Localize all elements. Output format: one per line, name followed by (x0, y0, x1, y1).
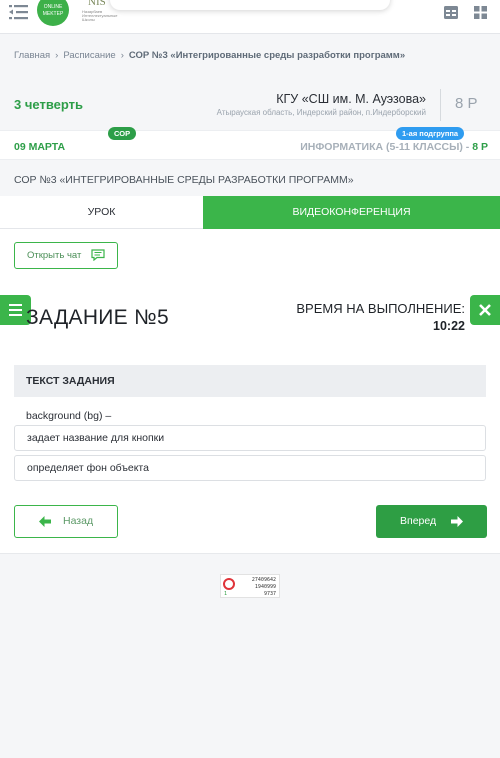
top-popup (110, 0, 390, 10)
counter-line-2: 1940999 (254, 584, 276, 590)
close-panel-button[interactable] (470, 295, 500, 325)
chevron-right-icon: › (120, 50, 124, 61)
top-bar: ONLINE MEKTEP NIS Назарбаев Интеллектуал… (0, 0, 500, 34)
nis-logo: NIS Назарбаев Интеллектуальные Школы (78, 0, 117, 32)
timer-value: 10:22 (433, 319, 465, 333)
quarter-label: 3 четверть (14, 97, 83, 112)
task-title: ЗАДАНИЕ №5 (26, 306, 169, 329)
subgroup-badge: 1-ая подгруппа (396, 127, 465, 140)
next-button[interactable]: Вперед (376, 505, 487, 538)
lesson-date: 09 МАРТА (14, 141, 66, 153)
counter-logo-icon (223, 578, 235, 590)
calendar-icon[interactable] (443, 5, 459, 20)
subject-label: ИНФОРМАТИКА (5-11 КЛАССЫ) - 8 Р (300, 141, 488, 153)
answer-option[interactable]: задает название для кнопки (14, 425, 486, 451)
online-mektep-logo[interactable]: ONLINE MEKTEP (37, 0, 69, 26)
answer-option[interactable]: определяет фон объекта (14, 455, 486, 481)
school-location: Атырауская область, Индерский район, п.И… (216, 108, 426, 117)
apps-grid-icon[interactable] (473, 5, 488, 20)
back-button[interactable]: Назад (14, 505, 118, 538)
subject-grade: 8 Р (472, 141, 488, 153)
task-card: Открыть чат ЗАДАНИЕ №5 ВРЕМЯ НА ВЫПОЛНЕН… (0, 229, 500, 554)
subject-name: ИНФОРМАТИКА (5-11 КЛАССЫ) - (300, 141, 473, 153)
logo-nis-text: NIS (88, 0, 106, 8)
tab-bar: УРОК ВИДЕОКОНФЕРЕНЦИЯ (0, 196, 500, 229)
sor-badge: СОР (108, 127, 137, 140)
breadcrumb-home[interactable]: Главная (14, 50, 50, 61)
question-text: background (bg) – (26, 410, 112, 422)
chevron-right-icon: › (55, 50, 59, 61)
counter-line-1: 27409642 (251, 577, 276, 583)
page-title: СОР №3 «ИНТЕГРИРОВАННЫЕ СРЕДЫ РАЗРАБОТКИ… (14, 174, 354, 186)
breadcrumb-schedule[interactable]: Расписание (63, 50, 115, 61)
tab-lesson[interactable]: УРОК (0, 196, 203, 229)
breadcrumb: Главная › Расписание › СОР №3 «Интегрированн… (14, 50, 405, 61)
visit-counter[interactable]: 27409642 1940999 9737 1 (220, 574, 280, 598)
logo-online-text: ONLINE MEKTEP (42, 4, 64, 17)
lesson-info-row: 09 МАРТА СОР 1-ая подгруппа ИНФОРМАТИКА … (0, 127, 500, 160)
class-grade: 8 Р (455, 95, 478, 112)
arrow-right-icon (451, 516, 463, 527)
logo-nis-subtitle: Назарбаев Интеллектуальные Школы (82, 9, 118, 22)
counter-line-3: 9737 (263, 591, 276, 597)
breadcrumb-current: СОР №3 «Интегрированные среды разработки… (128, 50, 406, 61)
next-label: Вперед (400, 515, 437, 527)
menu-collapse-icon[interactable] (8, 3, 30, 23)
tab-videoconference[interactable]: ВИДЕОКОНФЕРЕНЦИЯ (203, 196, 500, 229)
time-label: ВРЕМЯ НА ВЫПОЛНЕНИЕ: (296, 301, 465, 316)
back-label: Назад (63, 515, 94, 527)
chat-icon (91, 249, 105, 261)
counter-small: 1 (224, 591, 228, 597)
open-chat-button[interactable]: Открыть чат (14, 242, 118, 269)
task-text-header: ТЕКСТ ЗАДАНИЯ (14, 365, 486, 397)
open-chat-label: Открыть чат (27, 250, 82, 261)
arrow-left-icon (39, 516, 51, 527)
school-name: КГУ «СШ им. М. Ауэзова» (276, 92, 426, 106)
divider (440, 89, 441, 121)
close-icon (479, 304, 491, 316)
